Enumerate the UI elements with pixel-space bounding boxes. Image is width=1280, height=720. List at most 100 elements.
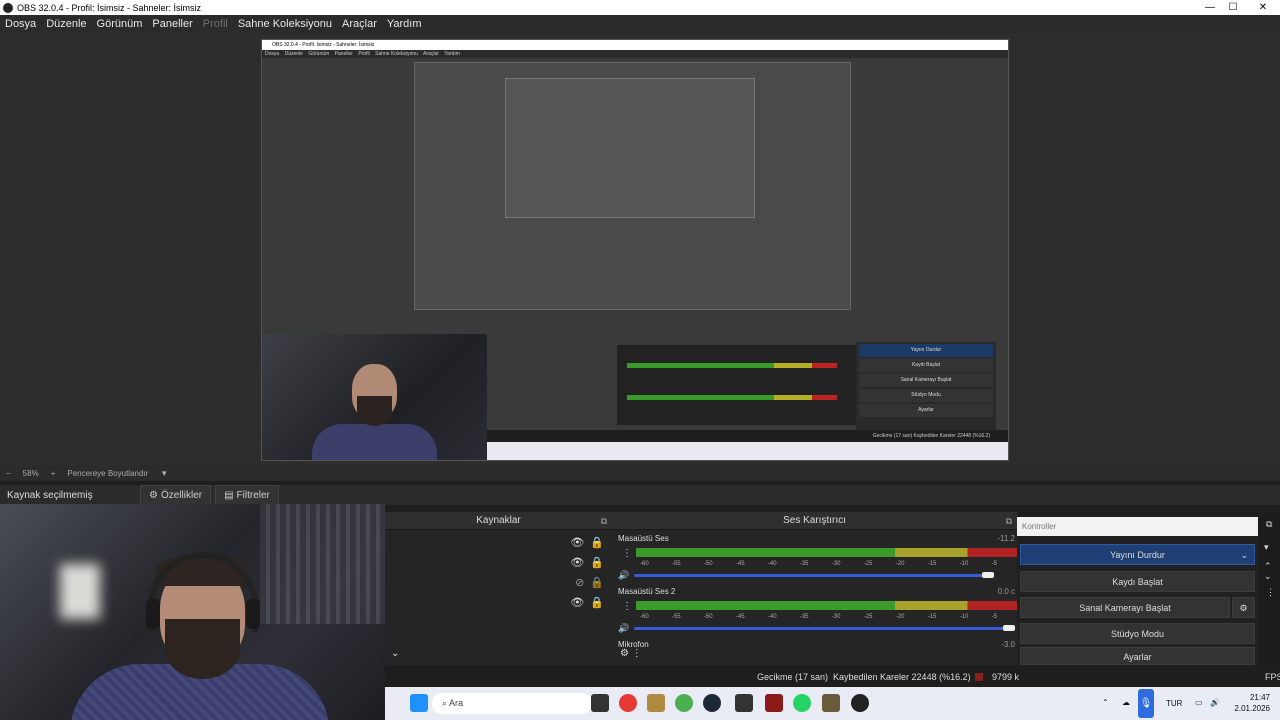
chevron-down-icon[interactable]: ⌄ bbox=[391, 648, 399, 659]
chevron-down-icon[interactable]: ⌄ bbox=[1264, 571, 1272, 582]
menu-paneller[interactable]: Paneller bbox=[147, 18, 197, 30]
dock-icon[interactable]: ⧉ bbox=[601, 512, 607, 530]
tick-label: -50 bbox=[703, 561, 713, 567]
nested-menu-item: Sahne Koleksiyonu bbox=[375, 51, 418, 57]
lock-icon[interactable]: 🔒 bbox=[590, 556, 604, 569]
microphone-icon[interactable]: 🎙 bbox=[1138, 689, 1154, 718]
settings-button[interactable]: Ayarlar bbox=[1020, 647, 1255, 665]
nested-preview: OBS 32.0.4 - Profil: İsimsiz - Sahneler:… bbox=[261, 39, 1009, 461]
lock-icon[interactable]: 🔒 bbox=[590, 576, 604, 589]
menu-gorunum[interactable]: Görünüm bbox=[92, 18, 148, 30]
nested-meter bbox=[627, 395, 837, 400]
close-button[interactable]: ✕ bbox=[1248, 0, 1278, 15]
volume-slider[interactable] bbox=[634, 627, 1015, 630]
app-icon[interactable] bbox=[822, 694, 840, 712]
network-icon[interactable]: ☁ bbox=[1122, 698, 1130, 707]
menu-duzenle[interactable]: Düzenle bbox=[41, 18, 91, 30]
studio-mode-button[interactable]: Stüdyo Modu bbox=[1020, 623, 1255, 644]
menu-dosya[interactable]: Dosya bbox=[0, 18, 41, 30]
dock-icon[interactable]: ⧉ bbox=[1266, 519, 1272, 530]
language-indicator[interactable]: TUR bbox=[1166, 699, 1182, 708]
source-row[interactable]: ⊘ 🔒 bbox=[575, 576, 604, 589]
speaker-icon[interactable]: 🔊 bbox=[618, 570, 629, 581]
search-icon: ⌕ bbox=[442, 698, 450, 708]
app-icon[interactable] bbox=[765, 694, 783, 712]
obs-logo-icon bbox=[3, 2, 13, 13]
monitor-icon[interactable]: ▭ bbox=[1195, 698, 1203, 707]
lock-icon[interactable]: 🔒 bbox=[590, 536, 604, 549]
virtual-camera-gear-icon[interactable]: ⚙ bbox=[1232, 597, 1255, 618]
filters-label: Filtreler bbox=[236, 489, 270, 501]
zoom-out-button[interactable]: − bbox=[6, 469, 11, 478]
gear-icon: ⚙ bbox=[149, 489, 158, 501]
app-icon[interactable] bbox=[647, 694, 665, 712]
channel-menu-icon[interactable]: ⋮ bbox=[622, 601, 632, 612]
chrome-icon[interactable] bbox=[675, 694, 693, 712]
properties-button[interactable]: ⚙ Özellikler bbox=[140, 485, 212, 505]
fps-status: FPS bbox=[1265, 672, 1280, 682]
start-virtual-camera-button[interactable]: Sanal Kamerayı Başlat bbox=[1020, 597, 1230, 618]
windows-start-icon[interactable] bbox=[410, 694, 428, 712]
filters-button[interactable]: ▤ Filtreler bbox=[215, 485, 279, 505]
steam-icon[interactable] bbox=[703, 694, 721, 712]
controls-title: Kontroller bbox=[1017, 517, 1258, 536]
speaker-icon[interactable]: 🔊 bbox=[618, 623, 629, 634]
nested-webcam bbox=[262, 334, 487, 460]
nested-ctrl-item: Kaydı Başlat bbox=[859, 359, 993, 372]
nested-taskbar bbox=[487, 442, 1008, 460]
properties-label: Özellikler bbox=[160, 489, 203, 501]
menu-bar: Dosya Düzenle Görünüm Paneller Profil Sa… bbox=[0, 15, 1280, 33]
eye-icon[interactable]: 👁 bbox=[570, 556, 584, 569]
eye-icon[interactable]: 👁 bbox=[570, 536, 584, 549]
taskbar-search[interactable]: ⌕ Ara bbox=[432, 693, 592, 714]
source-row[interactable]: 👁 🔒 bbox=[570, 556, 604, 569]
source-row[interactable]: 👁 🔒 bbox=[570, 596, 604, 609]
taskbar-clock[interactable]: 21:47 2.01.2026 bbox=[1234, 692, 1270, 714]
record-indicator-icon bbox=[975, 673, 983, 681]
mixer-settings-icon[interactable]: ⚙ ⋮ bbox=[620, 648, 642, 659]
menu-profil[interactable]: Profil bbox=[198, 18, 233, 30]
opera-icon[interactable] bbox=[619, 694, 637, 712]
maximize-button[interactable]: ☐ bbox=[1218, 0, 1248, 15]
chevron-down-icon[interactable]: ▾ bbox=[1264, 542, 1269, 553]
source-row[interactable]: 👁 🔒 bbox=[570, 536, 604, 549]
tick-label: -30 bbox=[831, 561, 841, 567]
chevron-down-icon[interactable]: ⌄ bbox=[1240, 545, 1248, 566]
channel-db: -11.2 bbox=[997, 534, 1015, 543]
whatsapp-icon[interactable] bbox=[793, 694, 811, 712]
dock-icon[interactable]: ⧉ bbox=[1006, 512, 1012, 530]
tick-label: -40 bbox=[767, 561, 777, 567]
menu-yardim[interactable]: Yardım bbox=[382, 18, 427, 30]
tick-label: -25 bbox=[863, 614, 873, 620]
lock-icon[interactable]: 🔒 bbox=[590, 596, 604, 609]
tick-label: -45 bbox=[735, 614, 745, 620]
nested-controls: Yayını Durdur Kaydı Başlat Sanal Kameray… bbox=[856, 342, 996, 432]
chevron-down-icon[interactable]: ▼ bbox=[160, 469, 168, 478]
volume-knob[interactable] bbox=[1003, 625, 1015, 631]
channel-meter bbox=[636, 548, 1017, 557]
channel-menu-icon[interactable]: ⋮ bbox=[622, 548, 632, 559]
volume-slider[interactable] bbox=[634, 574, 988, 577]
speaker-icon[interactable]: 🔊 bbox=[1210, 698, 1220, 707]
start-record-button[interactable]: Kaydı Başlat bbox=[1020, 571, 1255, 592]
obs-icon[interactable] bbox=[851, 694, 869, 712]
chevron-up-icon[interactable]: ⌃ bbox=[1102, 698, 1109, 707]
more-icon[interactable]: ⋮ bbox=[1266, 587, 1275, 598]
tick-label: -55 bbox=[671, 561, 681, 567]
eye-icon[interactable]: 👁 bbox=[570, 596, 584, 609]
eye-hidden-icon[interactable]: ⊘ bbox=[575, 576, 584, 589]
menu-sahne-koleksiyonu[interactable]: Sahne Koleksiyonu bbox=[233, 18, 337, 30]
app-icon[interactable] bbox=[735, 694, 753, 712]
zoom-in-button[interactable]: + bbox=[51, 469, 56, 478]
stop-stream-button[interactable]: Yayını Durdur ⌄ bbox=[1020, 544, 1255, 565]
clock-time: 21:47 bbox=[1249, 693, 1270, 702]
tick-label: -35 bbox=[799, 614, 809, 620]
nested-meter bbox=[627, 363, 837, 368]
tick-label: -50 bbox=[703, 614, 713, 620]
tick-label: -20 bbox=[895, 614, 905, 620]
volume-knob[interactable] bbox=[982, 572, 994, 578]
title-bar: OBS 32.0.4 - Profil: İsimsiz - Sahneler:… bbox=[0, 0, 1280, 15]
menu-araclar[interactable]: Araçlar bbox=[337, 18, 382, 30]
task-view-icon[interactable] bbox=[591, 694, 609, 712]
zoom-mode-select[interactable]: Pencereye Boyutlandır bbox=[67, 469, 148, 478]
